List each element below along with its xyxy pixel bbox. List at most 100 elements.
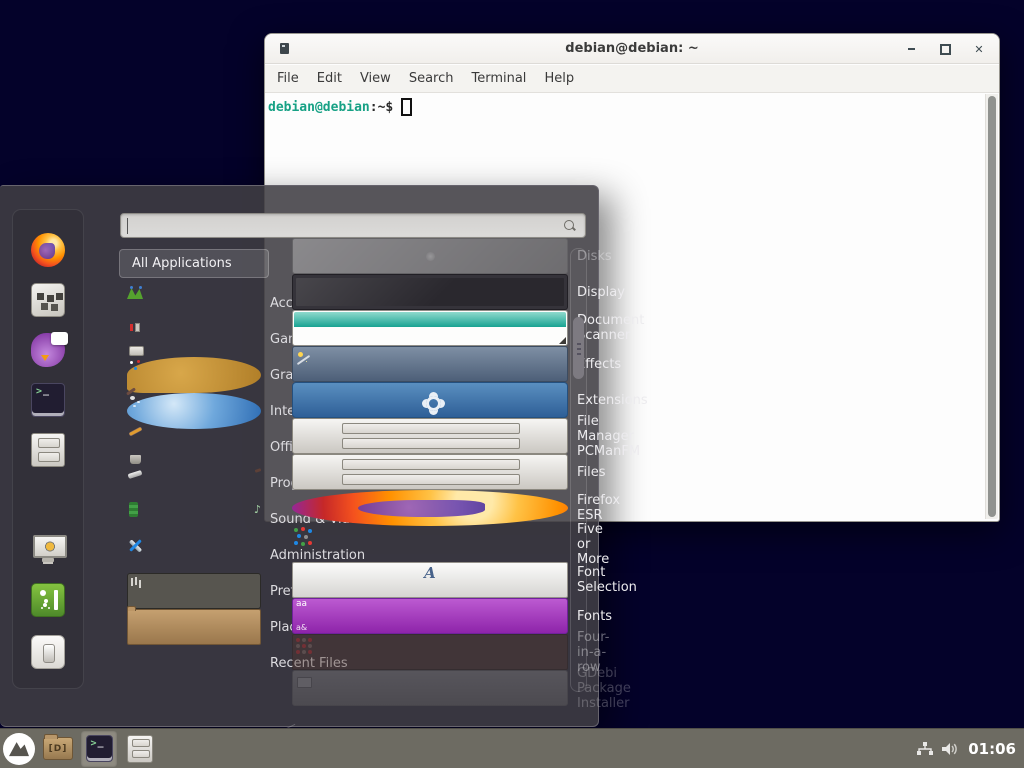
app-display[interactable]: Display [272, 274, 568, 310]
category-administration[interactable]: Administration [119, 537, 269, 573]
session-buttons [13, 531, 83, 669]
shutdown-icon [31, 635, 65, 669]
folder-icon: [D] [43, 737, 73, 760]
graphics-icon [127, 357, 261, 393]
applications-menu: All Applications Accessories Games Graph… [0, 185, 599, 727]
terminal-scrollbar-thumb[interactable] [988, 96, 996, 517]
favorite-terminal[interactable] [31, 383, 65, 417]
favorite-files[interactable] [31, 433, 65, 467]
menubar-item[interactable]: Edit [308, 65, 351, 93]
category-office[interactable]: Office [119, 429, 269, 465]
lock-screen-icon [31, 531, 65, 565]
category-internet[interactable]: Internet [119, 393, 269, 429]
terminal-taskbar-button[interactable] [81, 731, 117, 767]
effects-icon [292, 346, 568, 382]
taskbar: [D] 01:06 [0, 728, 1024, 768]
app-gdebi-package-installer[interactable]: GDebi Package Installer [272, 670, 568, 706]
menubar-item[interactable]: View [351, 65, 400, 93]
app-effects[interactable]: Effects [272, 346, 568, 382]
category-label: All Applications [132, 256, 232, 271]
application-list: Disks Display Document Scanner Effects E… [272, 238, 568, 706]
games-icon [127, 321, 261, 357]
volume-icon[interactable] [942, 742, 959, 756]
app-disks[interactable]: Disks [272, 238, 568, 274]
category-programming[interactable]: Programming [119, 465, 269, 501]
desktop: debian@debian: ~ FileEditViewSearchTermi… [0, 0, 1024, 768]
firefox-icon [31, 233, 65, 267]
prompt-suffix: :~$ [370, 100, 393, 115]
favorite-firefox[interactable] [31, 233, 65, 267]
app-extensions[interactable]: Extensions [272, 382, 568, 418]
search-input[interactable] [120, 213, 586, 238]
category-accessories[interactable]: Accessories [119, 285, 269, 321]
four-in-a-row-icon [292, 634, 568, 670]
favorite-software[interactable] [31, 283, 65, 317]
text-caret [127, 218, 128, 234]
category-preferences[interactable]: Preferences [119, 573, 269, 609]
cabinet-icon [31, 433, 65, 467]
category-list: All Applications Accessories Games Graph… [119, 249, 269, 681]
app-file-manager-pcmanfm[interactable]: File Manager PCManFM [272, 418, 568, 454]
category-games[interactable]: Games [119, 321, 269, 357]
app-five-or-more[interactable]: Five or More [272, 526, 568, 562]
fonts-icon [292, 598, 568, 634]
cabinet-icon [292, 454, 568, 490]
clock[interactable]: 01:06 [968, 740, 1016, 758]
logout-button[interactable] [31, 583, 65, 617]
terminal-scrollbar[interactable] [985, 94, 998, 519]
administration-icon [127, 537, 261, 573]
category-all-applications[interactable]: All Applications [119, 249, 269, 278]
terminal-icon [86, 735, 113, 762]
app-document-scanner[interactable]: Document Scanner [272, 310, 568, 346]
accessories-icon [127, 285, 261, 321]
menubar-item[interactable]: Help [535, 65, 583, 93]
prompt-user-host: debian@debian [268, 100, 370, 115]
terminal-titlebar[interactable]: debian@debian: ~ [265, 34, 999, 64]
minimize-button-icon[interactable] [901, 39, 921, 59]
internet-icon [127, 393, 261, 429]
favorite-pidgin[interactable] [31, 333, 65, 367]
terminal-menubar: FileEditViewSearchTerminalHelp [265, 65, 999, 93]
places-icon [127, 609, 261, 645]
category-graphics[interactable]: Graphics [119, 357, 269, 393]
maximize-button-icon[interactable] [935, 39, 955, 59]
menubar-item[interactable]: Search [400, 65, 463, 93]
pidgin-icon [31, 333, 65, 367]
app-firefox-esr[interactable]: Firefox ESR [272, 490, 568, 526]
menu-scrollbar[interactable] [570, 248, 587, 692]
cabinet-icon [292, 418, 568, 454]
menubar-item[interactable]: File [268, 65, 308, 93]
app-files[interactable]: Files [272, 454, 568, 490]
terminal-prompt: debian@debian:~$ [268, 97, 996, 117]
category-recent-files[interactable]: Recent Files [119, 645, 269, 681]
menu-button[interactable] [3, 733, 35, 765]
app-four-in-a-row[interactable]: Four-in-a-row [272, 634, 568, 670]
extensions-icon [292, 382, 568, 418]
preferences-icon [127, 573, 261, 609]
lock-screen-button[interactable] [31, 531, 65, 565]
app-fonts[interactable]: Fonts [272, 598, 568, 634]
menubar-item[interactable]: Terminal [462, 65, 535, 93]
font-selection-icon [292, 562, 568, 598]
folder-badge: [D] [49, 744, 68, 754]
shutdown-button[interactable] [31, 635, 65, 669]
logout-icon [31, 583, 65, 617]
app-font-selection[interactable]: Font Selection [272, 562, 568, 598]
keyboard-box-icon [31, 283, 65, 317]
application-label: Extensions [577, 393, 648, 408]
folder-launcher[interactable]: [D] [40, 731, 76, 767]
window-controls [901, 34, 989, 64]
close-button-icon[interactable] [969, 39, 989, 59]
search-icon [563, 219, 577, 233]
disks-icon [292, 238, 568, 274]
category-places[interactable]: Places [119, 609, 269, 645]
display-icon [292, 274, 568, 310]
menu-scrollbar-thumb[interactable] [573, 317, 584, 379]
office-icon [127, 429, 261, 465]
files-launcher[interactable] [122, 731, 158, 767]
category-sound-video[interactable]: Sound & Video [119, 501, 269, 537]
network-icon[interactable] [917, 742, 933, 756]
five-or-more-icon [292, 526, 568, 562]
document-scanner-icon [292, 310, 568, 346]
gdebi-icon [292, 670, 568, 706]
